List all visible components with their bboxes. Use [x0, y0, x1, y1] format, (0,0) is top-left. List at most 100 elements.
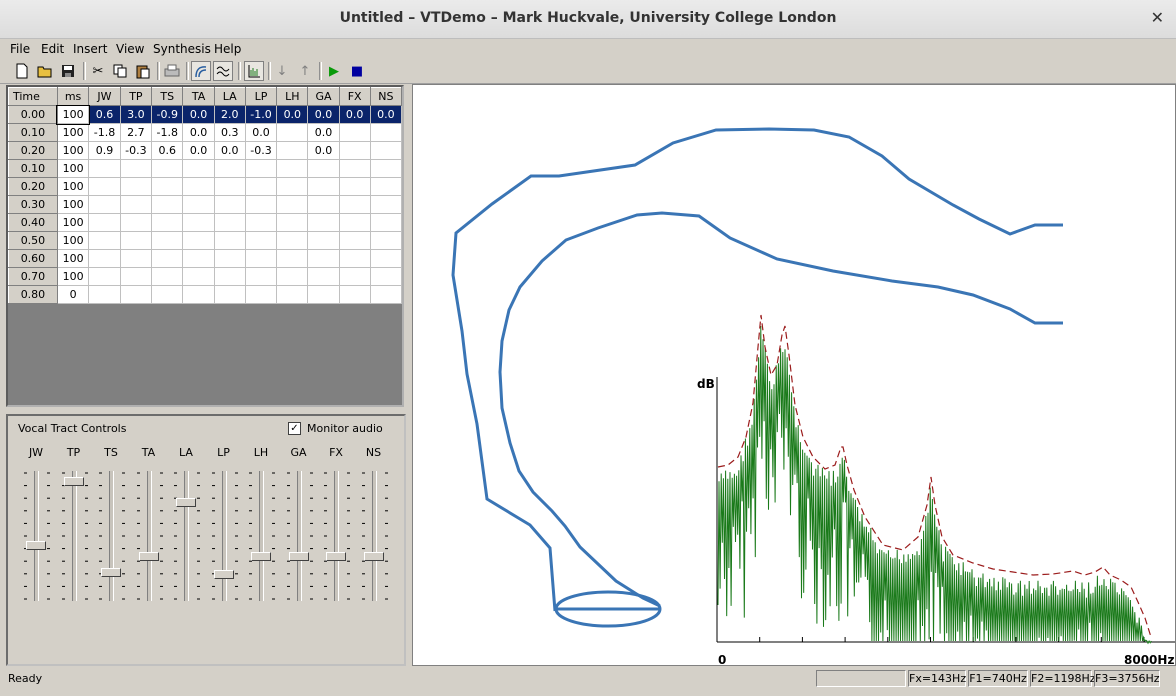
parameter-cell[interactable]: 0.0 — [307, 123, 340, 142]
stop-icon[interactable]: ■ — [347, 61, 367, 81]
menu-file[interactable]: File — [10, 42, 30, 56]
row-time-cell[interactable]: 0.70 — [8, 267, 58, 286]
parameter-cell[interactable]: 2.0 — [213, 105, 246, 124]
table-row[interactable]: 0.10 100 -1.8 2.7 -1.8 0.0 0.3 0.0 0.0 — [8, 123, 402, 142]
slider-tp[interactable]: TP — [56, 446, 92, 606]
parameter-cell[interactable] — [307, 177, 340, 196]
parameter-cell[interactable] — [213, 231, 246, 250]
row-time-cell[interactable]: 0.20 — [8, 177, 58, 196]
copy-icon[interactable] — [110, 61, 130, 81]
parameter-cell[interactable] — [244, 195, 278, 214]
slider-thumb[interactable] — [288, 552, 309, 562]
parameter-cell[interactable]: 0.0 — [182, 105, 215, 124]
slider-thumb[interactable] — [251, 552, 271, 562]
duration-cell[interactable]: 100 — [56, 267, 90, 286]
parameter-cell[interactable] — [88, 213, 121, 232]
slider-track[interactable] — [184, 471, 189, 601]
parameter-cell[interactable] — [182, 159, 215, 178]
parameter-cell[interactable] — [307, 159, 340, 178]
column-header-lh[interactable]: LH — [276, 87, 309, 106]
parameter-cell[interactable] — [244, 231, 278, 250]
parameter-cell[interactable] — [151, 249, 184, 268]
parameter-cell[interactable]: -0.3 — [119, 141, 153, 160]
column-header-tp[interactable]: TP — [119, 87, 153, 106]
slider-thumb[interactable] — [101, 567, 121, 577]
parameter-cell[interactable]: 0.0 — [213, 141, 246, 160]
parameter-cell[interactable] — [119, 285, 153, 304]
parameter-cell[interactable] — [213, 177, 246, 196]
slider-track[interactable] — [371, 471, 377, 601]
parameter-cell[interactable]: 0.3 — [213, 123, 246, 142]
parameter-cell[interactable] — [369, 159, 402, 178]
parameter-cell[interactable] — [151, 195, 184, 214]
column-header-lp[interactable]: LP — [244, 87, 278, 106]
slider-thumb[interactable] — [176, 497, 196, 507]
parameter-cell[interactable] — [369, 285, 402, 304]
parameter-cell[interactable] — [244, 213, 278, 232]
parameter-cell[interactable] — [88, 231, 121, 250]
parameter-cell[interactable] — [276, 195, 309, 214]
cut-icon[interactable]: ✂ — [88, 61, 108, 81]
parameter-cell[interactable] — [307, 213, 340, 232]
parameter-cell[interactable]: 0.0 — [244, 123, 278, 142]
slider-lh[interactable]: LH — [243, 446, 279, 606]
parameter-cell[interactable] — [307, 195, 340, 214]
column-header-la[interactable]: LA — [213, 87, 246, 106]
duration-cell[interactable]: 100 — [56, 231, 90, 250]
parameter-cell[interactable]: 3.0 — [119, 105, 153, 124]
parameter-cell[interactable] — [182, 285, 215, 304]
monitor-audio[interactable]: ✓ Monitor audio — [288, 422, 383, 435]
parameter-cell[interactable] — [307, 231, 340, 250]
open-folder-icon[interactable] — [35, 61, 55, 81]
column-header-ga[interactable]: GA — [307, 87, 340, 106]
slider-track[interactable] — [221, 471, 227, 601]
parameter-cell[interactable]: -1.8 — [151, 123, 184, 142]
parameter-cell[interactable] — [119, 195, 153, 214]
parameter-cell[interactable]: 0.0 — [307, 141, 340, 160]
parameter-cell[interactable] — [369, 249, 402, 268]
parameter-cell[interactable] — [244, 159, 278, 178]
parameter-cell[interactable]: 0.0 — [307, 105, 340, 124]
column-header-ns[interactable]: NS — [369, 87, 402, 106]
slider-thumb[interactable] — [26, 541, 46, 551]
parameter-cell[interactable] — [369, 141, 402, 160]
duration-cell[interactable]: 100 — [56, 195, 90, 214]
slider-jw[interactable]: JW — [18, 446, 54, 606]
slider-ts[interactable]: TS — [93, 446, 129, 606]
parameter-cell[interactable] — [276, 159, 309, 178]
parameter-cell[interactable] — [119, 177, 153, 196]
parameter-cell[interactable]: -1.8 — [88, 123, 121, 142]
parameter-cell[interactable] — [151, 177, 184, 196]
slider-ns[interactable]: NS — [356, 446, 392, 606]
play-icon[interactable]: ▶ — [324, 61, 344, 81]
table-row[interactable]: 0.50 100 — [8, 231, 402, 250]
duration-cell[interactable]: 100 — [56, 213, 90, 232]
slider-track[interactable] — [296, 471, 302, 601]
parameter-cell[interactable] — [276, 213, 309, 232]
parameter-cell[interactable] — [213, 195, 246, 214]
parameter-cell[interactable] — [88, 159, 121, 178]
slider-track[interactable] — [71, 471, 77, 601]
parameter-cell[interactable] — [151, 231, 184, 250]
column-header-jw[interactable]: JW — [88, 87, 121, 106]
parameter-cell[interactable] — [338, 231, 371, 250]
parameter-cell[interactable] — [244, 177, 278, 196]
paste-icon[interactable] — [133, 61, 153, 81]
parameter-cell[interactable] — [119, 249, 153, 268]
parameter-cell[interactable] — [119, 159, 153, 178]
column-header-ms[interactable]: ms — [56, 87, 90, 106]
parameter-cell[interactable] — [213, 267, 246, 286]
menu-help[interactable]: Help — [214, 42, 241, 56]
parameter-cell[interactable] — [213, 159, 246, 178]
parameter-cell[interactable] — [369, 213, 402, 232]
move-down-icon[interactable]: ↓ — [272, 61, 292, 81]
column-header-ts[interactable]: TS — [151, 87, 184, 106]
parameter-cell[interactable] — [307, 267, 340, 286]
move-up-icon[interactable]: ↑ — [295, 61, 315, 81]
duration-cell[interactable]: 100 — [56, 141, 90, 160]
table-row[interactable]: 0.60 100 — [8, 249, 402, 268]
table-row[interactable]: 0.20 100 — [8, 177, 402, 196]
spectrum-view-icon[interactable] — [244, 61, 264, 81]
parameter-cell[interactable] — [338, 159, 371, 178]
menu-synthesis[interactable]: Synthesis — [153, 42, 211, 56]
